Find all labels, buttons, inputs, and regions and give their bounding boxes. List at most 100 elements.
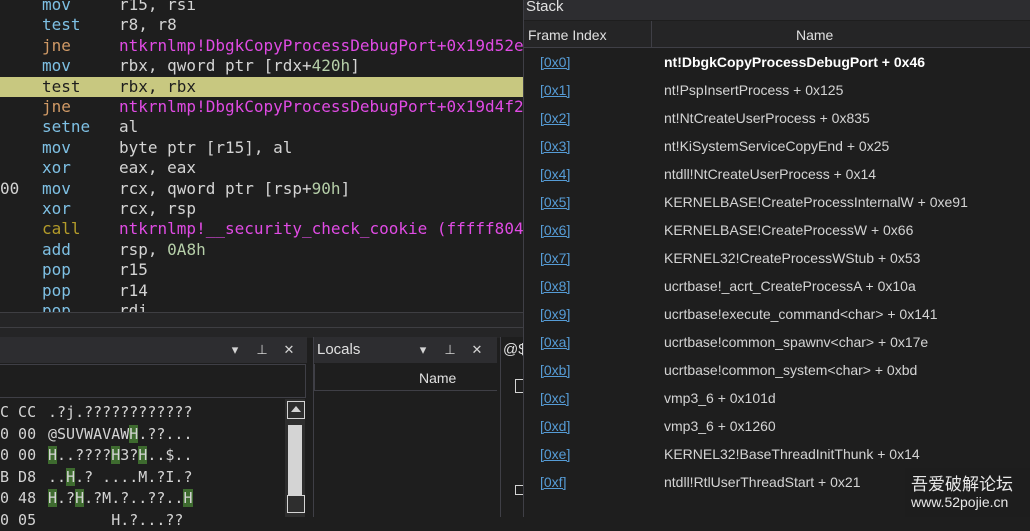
frame-name: KERNEL32!CreateProcessWStub + 0x53 [664,250,921,266]
stack-frame[interactable]: [0x8] ucrtbase!_acrt_CreateProcessA + 0x1… [524,272,1030,300]
frame-index-link[interactable]: [0xc] [540,384,570,412]
stack-frame[interactable]: [0x5] KERNELBASE!CreateProcessInternalW +… [524,188,1030,216]
frame-index-link[interactable]: [0xd] [540,412,570,440]
frame-index-link[interactable]: [0xb] [540,356,570,384]
stack-frame[interactable]: [0xd] vmp3_6 + 0x1260 [524,412,1030,440]
symbol-link[interactable]: ntkrnlmp!__security_check_cookie (fffff8… [119,219,523,238]
frame-index-link[interactable]: [0xf] [540,468,566,496]
close-icon[interactable]: ✕ [466,337,488,363]
memory-row[interactable]: C CC .?j.???????????? [0,402,285,423]
frame-index-link[interactable]: [0x8] [540,272,570,300]
memory-hex: 0 05 [0,511,37,529]
operands: r8, r8 [119,15,177,35]
instruction-line[interactable]: pop rdi [0,301,523,312]
instruction-line[interactable]: pop r15 [0,260,523,280]
mnemonic: xor [42,199,71,218]
stack-frame[interactable]: [0xa] ucrtbase!common_spawnv<char> + 0x17… [524,328,1030,356]
operands: byte ptr [r15], al [119,138,292,158]
memory-ascii: H.?H.?M.?..??..H [48,489,193,508]
stack-frame[interactable]: [0x4] ntdll!NtCreateUserProcess + 0x14 [524,160,1030,188]
stack-title: Stack [526,0,564,15]
instruction-line[interactable]: jne ntkrnlmp!DbgkCopyProcessDebugPort+0x1… [0,36,523,56]
operands: ntkrnlmp!__security_check_cookie (fffff8… [119,219,523,239]
pin-icon[interactable]: ⊥ [251,337,273,363]
current-instruction[interactable]: test rbx, rbx [0,76,523,97]
operand-text: rcx, rsp [119,199,197,218]
memory-row[interactable]: 0 48 H.?H.?M.?..??..H [0,488,285,509]
mnemonic: mov [42,178,71,198]
mnemonic: jne [42,97,71,116]
memory-ascii: H.?...?? [48,511,184,529]
instruction-line[interactable]: test r8, r8 [0,15,523,35]
stack-frame[interactable]: [0xb] ucrtbase!common_system<char> + 0xbd [524,356,1030,384]
memory-address-input[interactable] [0,364,306,398]
instruction-line[interactable]: setne al [0,117,523,137]
frame-index-link[interactable]: [0x4] [540,160,570,188]
frame-index-link[interactable]: [0x3] [540,132,570,160]
instruction-line[interactable]: add rsp, 0A8h [0,240,523,260]
memory-ascii: ..H.? ....M.?I.? [48,467,193,486]
symbol-link[interactable]: ntkrnlmp!DbgkCopyProcessDebugPort+0x19d5… [119,36,523,55]
watermark-url: www.52pojie.cn [911,494,1009,510]
close-icon[interactable]: ✕ [278,337,300,363]
instruction-line[interactable]: jne ntkrnlmp!DbgkCopyProcessDebugPort+0x1… [0,97,523,117]
frame-index-column[interactable]: Frame Index [528,21,607,49]
instruction-line[interactable]: pop r14 [0,281,523,301]
memory-scrollbar[interactable] [285,399,305,517]
symbol-link[interactable]: ntkrnlmp!DbgkCopyProcessDebugPort+0x19d4… [119,97,523,116]
instruction-line[interactable]: xor rcx, rsp [0,199,523,219]
operand-text: r14 [119,280,148,300]
stack-title-bar: Stack [524,0,1030,20]
memory-row[interactable]: 0 05 H.?...?? [0,510,285,531]
instruction-line[interactable]: mov r15, rsi [0,0,523,15]
memory-row[interactable]: 0 00 H..????H3?H..$.. [0,445,285,466]
operand-text: r15 [119,260,148,280]
instruction-line[interactable]: 00 mov rcx, qword ptr [rsp+90h] [0,179,523,199]
pin-icon[interactable]: ⊥ [439,337,461,363]
instruction-line[interactable]: call ntkrnlmp!__security_check_cookie (ff… [0,219,523,239]
instruction-line[interactable]: mov rbx, qword ptr [rdx+420h] [0,56,523,76]
operand-text: r8, r8 [119,15,177,35]
current-frame[interactable]: [0x0] nt!DbgkCopyProcessDebugPort + 0x46 [524,48,1030,76]
stack-frame[interactable]: [0x1] nt!PspInsertProcess + 0x125 [524,76,1030,104]
stack-frame[interactable]: [0xe] KERNEL32!BaseThreadInitThunk + 0x14 [524,440,1030,468]
frame-name: nt!PspInsertProcess + 0x125 [664,82,844,98]
scroll-up-icon[interactable] [287,401,305,419]
chevron-down-icon[interactable]: ▾ [224,337,246,363]
frame-index-link[interactable]: [0x0] [540,48,570,76]
operand-text: rbx, qword ptr [rdx+ [119,56,312,76]
frame-index-link[interactable]: [0x9] [540,300,570,328]
frame-index-link[interactable]: [0xa] [540,328,570,356]
watch-title: @$ [503,341,524,358]
memory-ascii: .?j.???????????? [48,403,193,421]
stack-frame[interactable]: [0x7] KERNEL32!CreateProcessWStub + 0x53 [524,244,1030,272]
stack-pane: Stack Frame Index Name [0x0] nt!DbgkCopyP… [523,0,1030,517]
name-column[interactable]: Name [796,21,833,49]
instruction-line[interactable]: mov byte ptr [r15], al [0,138,523,158]
mnemonic: call [42,219,81,239]
stack-frame[interactable]: [0xc] vmp3_6 + 0x101d [524,384,1030,412]
operands: ntkrnlmp!DbgkCopyProcessDebugPort+0x19d4… [119,97,523,117]
scroll-thumb[interactable] [288,425,302,495]
frame-index-link[interactable]: [0x1] [540,76,570,104]
stack-frame[interactable]: [0x3] nt!KiSystemServiceCopyEnd + 0x25 [524,132,1030,160]
locals-name-column[interactable]: Name [419,364,456,392]
frame-index-link[interactable]: [0x6] [540,216,570,244]
memory-row[interactable]: 0 00 @SUVWAVAWH.??... [0,424,285,445]
pane-splitter[interactable] [0,312,523,338]
memory-ascii: @SUVWAVAWH.??... [48,424,193,443]
stack-frame[interactable]: [0x2] nt!NtCreateUserProcess + 0x835 [524,104,1030,132]
memory-row[interactable]: B D8 ..H.? ....M.?I.? [0,467,285,488]
stack-column-header: Frame Index Name [524,21,1030,48]
stack-frame[interactable]: [0x9] ucrtbase!execute_command<char> + 0x… [524,300,1030,328]
scroll-down-button[interactable] [287,495,305,513]
frame-index-link[interactable]: [0x2] [540,104,570,132]
mnemonic: test [42,76,81,96]
chevron-down-icon[interactable]: ▾ [412,337,434,363]
frame-index-link[interactable]: [0x5] [540,188,570,216]
mnemonic: mov [42,56,71,76]
frame-index-link[interactable]: [0xe] [540,440,570,468]
stack-frame[interactable]: [0x6] KERNELBASE!CreateProcessW + 0x66 [524,216,1030,244]
frame-index-link[interactable]: [0x7] [540,244,570,272]
instruction-line[interactable]: xor eax, eax [0,158,523,178]
